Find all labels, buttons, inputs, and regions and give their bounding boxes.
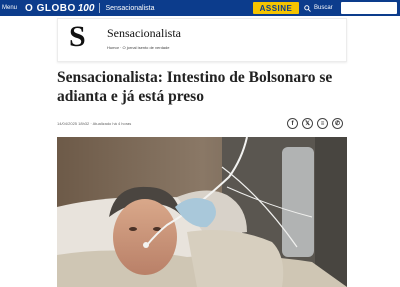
search-label: Buscar [314, 5, 333, 11]
brand-logo[interactable]: O GLOBO [25, 3, 76, 14]
facebook-share-button[interactable]: f [287, 118, 298, 129]
column-header-card[interactable]: S Sensacionalista Humor · O jornal isent… [57, 18, 347, 62]
brand-100-badge: 100 [77, 2, 95, 14]
threads-share-button[interactable]: ≡ [317, 118, 328, 129]
subscribe-button[interactable]: ASSINE [253, 2, 299, 14]
nav-divider [99, 3, 101, 13]
column-tagline: Humor · O jornal isento de verdade [107, 45, 170, 50]
search-icon [304, 4, 311, 12]
top-nav-bar: Menu O GLOBO 100 Sensacionalista [0, 0, 400, 16]
column-name: Sensacionalista [107, 26, 181, 40]
article-photo [57, 137, 347, 287]
facebook-icon: f [291, 120, 294, 127]
article-meta: 14/04/2025 18h32 · Atualizado há 4 horas [57, 121, 132, 126]
section-link[interactable]: Sensacionalista [105, 5, 154, 12]
menu-button[interactable]: Menu [2, 5, 17, 11]
whatsapp-share-button[interactable]: ✆ [332, 118, 343, 129]
whatsapp-icon: ✆ [334, 121, 341, 127]
column-logo: S [69, 20, 86, 53]
x-icon: 𝕏 [305, 121, 310, 127]
x-share-button[interactable]: 𝕏 [302, 118, 313, 129]
article-headline: Sensacionalista: Intestino de Bolsonaro … [57, 69, 333, 105]
menu-label: Menu [2, 5, 18, 11]
hospital-bed-photo [57, 137, 347, 287]
share-bar: f 𝕏 ≡ ✆ [287, 118, 343, 129]
search-input[interactable] [341, 2, 397, 14]
search-button[interactable]: Buscar [304, 2, 333, 14]
threads-icon: ≡ [320, 120, 325, 127]
